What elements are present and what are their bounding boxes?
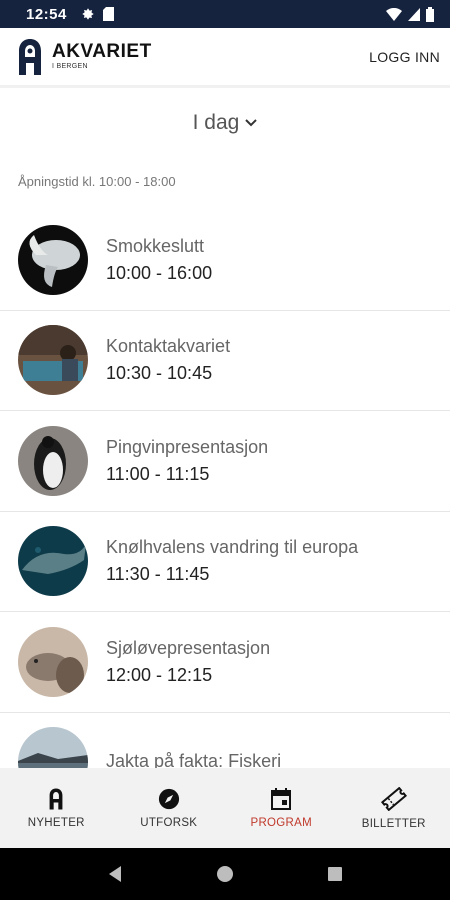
program-title: Smokkeslutt — [106, 235, 205, 256]
akvariet-logo[interactable]: AKVARIET I BERGEN — [18, 38, 152, 75]
battery-icon — [426, 6, 434, 22]
program-thumbnail — [18, 626, 88, 697]
program-item[interactable]: Knølhvalens vandring til europa 11:30 - … — [0, 512, 450, 612]
akvariet-logo-icon — [19, 38, 41, 75]
system-navigation-bar — [0, 848, 450, 900]
tab-label: PROGRAM — [250, 816, 313, 829]
program-time: 10:00 - 16:00 — [106, 262, 213, 283]
program-thumbnail — [18, 425, 88, 496]
home-icon[interactable] — [216, 865, 234, 883]
tab-program[interactable]: PROGRAM — [225, 768, 338, 848]
chevron-down-icon — [245, 119, 258, 127]
akvariet-logo-icon — [49, 788, 63, 809]
program-thumbnail — [18, 526, 88, 597]
program-item[interactable]: Jakta på fakta: Fiskeri — [0, 713, 450, 770]
program-item[interactable]: Sjøløvepresentasjon 12:00 - 12:15 — [0, 612, 450, 713]
program-item[interactable]: Pingvinpresentasjon 11:00 - 11:15 — [0, 411, 450, 512]
program-title: Sjøløvepresentasjon — [106, 637, 271, 658]
tab-label: UTFORSK — [140, 816, 198, 829]
back-icon[interactable] — [107, 865, 123, 883]
tab-label: BILLETTER — [361, 817, 426, 830]
program-item[interactable]: Smokkeslutt 10:00 - 16:00 — [0, 210, 450, 311]
calendar-icon — [271, 787, 292, 810]
logo-title: AKVARIET — [52, 41, 152, 62]
program-item[interactable]: Kontaktakvariet 10:30 - 10:45 — [0, 311, 450, 411]
signal-icon — [408, 7, 420, 21]
program-time: 11:00 - 11:15 — [106, 463, 210, 484]
wifi-icon — [386, 7, 402, 21]
tab-billetter[interactable]: BILLETTER — [338, 768, 450, 848]
app-header: AKVARIET I BERGEN LOGG INN — [0, 28, 450, 88]
program-list[interactable]: Smokkeslutt 10:00 - 16:00 Kontaktakvarie… — [0, 210, 450, 770]
logo-subtitle: I BERGEN — [52, 63, 88, 70]
recents-icon[interactable] — [327, 866, 343, 882]
bottom-navigation: NYHETER UTFORSK PROGRAM BILLETTER — [0, 768, 450, 848]
tab-nyheter[interactable]: NYHETER — [0, 768, 113, 848]
program-title: Knølhvalens vandring til europa — [106, 537, 359, 558]
login-button[interactable]: LOGG INN — [369, 49, 440, 65]
day-selector-label: I dag — [192, 111, 240, 134]
program-title: Kontaktakvariet — [106, 336, 231, 357]
tab-label: NYHETER — [27, 816, 85, 829]
day-selector[interactable]: I dag — [0, 106, 450, 140]
settings-gear-icon — [82, 8, 94, 20]
program-title: Jakta på fakta: Fiskeri — [106, 751, 282, 770]
status-time: 12:54 — [26, 5, 67, 23]
compass-icon — [158, 788, 179, 809]
tab-utforsk[interactable]: UTFORSK — [113, 768, 226, 848]
ticket-icon — [380, 786, 407, 811]
program-time: 10:30 - 10:45 — [106, 363, 213, 384]
program-time: 11:30 - 11:45 — [106, 564, 210, 585]
sim-card-icon — [102, 7, 114, 21]
program-thumbnail — [18, 325, 88, 396]
status-bar: 12:54 — [0, 0, 450, 28]
opening-hours: Åpningstid kl. 10:00 - 18:00 — [18, 174, 176, 189]
program-thumbnail — [18, 727, 88, 770]
program-thumbnail — [18, 224, 88, 295]
program-time: 12:00 - 12:15 — [106, 664, 213, 685]
program-title: Pingvinpresentasjon — [106, 436, 269, 457]
